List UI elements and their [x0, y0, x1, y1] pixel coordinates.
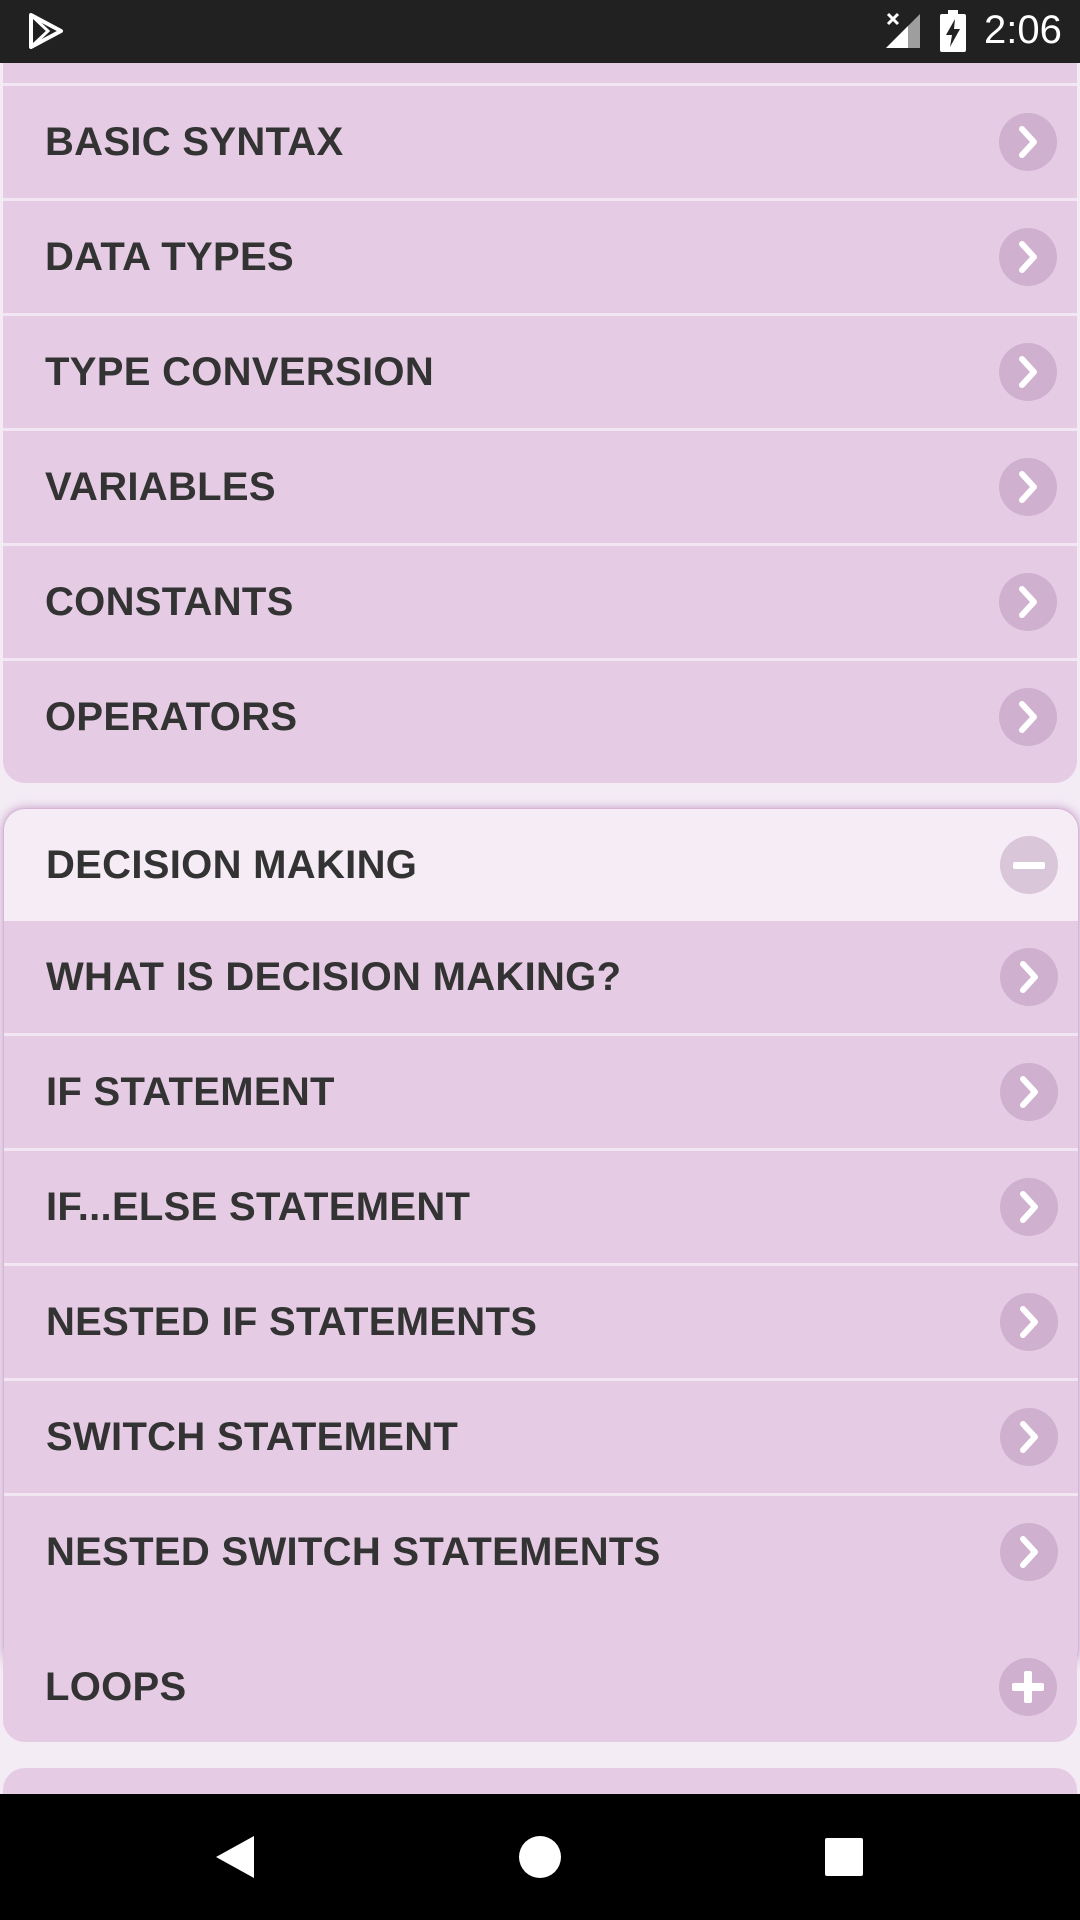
expand-plus-icon[interactable] [999, 1658, 1057, 1716]
list-item-label: CONSTANTS [45, 580, 294, 624]
chevron-right-icon [1000, 1063, 1058, 1121]
section-title: DECISION MAKING [46, 843, 418, 887]
section-loops[interactable]: LOOPS [3, 1632, 1077, 1742]
list-item-label: IF...ELSE STATEMENT [46, 1185, 471, 1229]
list-item-if-statement[interactable]: IF STATEMENT [4, 1036, 1078, 1151]
list-item-variables[interactable]: VARIABLES [3, 431, 1077, 546]
list-item-label: NESTED IF STATEMENTS [46, 1300, 538, 1344]
chevron-right-icon [1000, 1178, 1058, 1236]
signal-icon [884, 12, 922, 55]
list-item-operators[interactable]: OPERATORS [3, 661, 1077, 773]
list-item-label: IF STATEMENT [46, 1070, 335, 1114]
list-item-label: WHAT IS DECISION MAKING? [46, 955, 622, 999]
section-title: LOOPS [45, 1665, 187, 1709]
list-item-switch-statement[interactable]: SWITCH STATEMENT [4, 1381, 1078, 1496]
status-time: 2:06 [984, 8, 1062, 52]
list-item-type-conversion[interactable]: TYPE CONVERSION [3, 316, 1077, 431]
list-item-what-is-decision-making[interactable]: WHAT IS DECISION MAKING? [4, 921, 1078, 1036]
play-store-icon [28, 13, 64, 54]
chevron-right-icon [999, 228, 1057, 286]
topic-list[interactable]: BASIC SYNTAX DATA TYPES TYPE CONVERSION … [0, 63, 1080, 1794]
list-item-label: TYPE CONVERSION [45, 350, 435, 394]
list-item-label: NESTED SWITCH STATEMENTS [46, 1530, 661, 1574]
section-header-decision-making[interactable]: DECISION MAKING [4, 809, 1078, 921]
battery-charging-icon [940, 10, 966, 57]
chevron-right-icon [999, 688, 1057, 746]
list-item-if-else-statement[interactable]: IF...ELSE STATEMENT [4, 1151, 1078, 1266]
section-basics: BASIC SYNTAX DATA TYPES TYPE CONVERSION … [3, 63, 1077, 783]
chevron-right-icon [999, 573, 1057, 631]
partial-row[interactable] [3, 63, 1077, 86]
chevron-right-icon [1000, 1523, 1058, 1581]
section-decision-making: DECISION MAKING WHAT IS DECISION MAKING?… [3, 808, 1079, 1670]
list-item-label: SWITCH STATEMENT [46, 1415, 459, 1459]
list-item-label: DATA TYPES [45, 235, 294, 279]
chevron-right-icon [1000, 1293, 1058, 1351]
status-bar: 2:06 [0, 0, 1080, 63]
chevron-right-icon [1000, 948, 1058, 1006]
chevron-right-icon [999, 458, 1057, 516]
list-item-nested-switch-statements[interactable]: NESTED SWITCH STATEMENTS [4, 1496, 1078, 1608]
list-item-constants[interactable]: CONSTANTS [3, 546, 1077, 661]
home-icon[interactable] [518, 1835, 562, 1884]
list-item-label: OPERATORS [45, 695, 298, 739]
list-item-basic-syntax[interactable]: BASIC SYNTAX [3, 86, 1077, 201]
collapse-minus-icon[interactable] [1000, 836, 1058, 894]
navigation-bar [0, 1794, 1080, 1920]
back-icon[interactable] [214, 1834, 256, 1885]
section-header-loops[interactable]: LOOPS [3, 1632, 1077, 1742]
chevron-right-icon [999, 343, 1057, 401]
list-item-label: BASIC SYNTAX [45, 120, 344, 164]
chevron-right-icon [1000, 1408, 1058, 1466]
list-item-nested-if-statements[interactable]: NESTED IF STATEMENTS [4, 1266, 1078, 1381]
section-next[interactable] [3, 1768, 1077, 1794]
chevron-right-icon [999, 113, 1057, 171]
list-item-data-types[interactable]: DATA TYPES [3, 201, 1077, 316]
list-item-label: VARIABLES [45, 465, 276, 509]
recents-icon[interactable] [824, 1837, 864, 1882]
